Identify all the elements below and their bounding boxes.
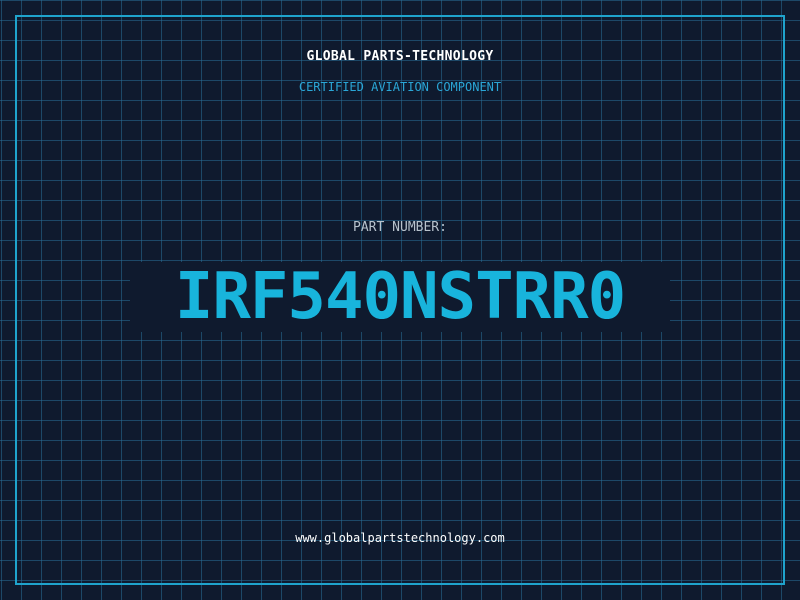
certification-text: CERTIFIED AVIATION COMPONENT: [298, 80, 502, 94]
part-number-value: IRF540NSTRR0: [174, 260, 626, 334]
part-number-label: PART NUMBER:: [353, 220, 447, 235]
website-link[interactable]: www.globalpartstechnology.com: [0, 531, 800, 545]
part-number-panel: IRF540NSTRR0: [130, 262, 670, 332]
part-label-card: GLOBAL PARTS-TECHNOLOGY CERTIFIED AVIATI…: [0, 0, 800, 600]
company-name: GLOBAL PARTS-TECHNOLOGY: [306, 49, 494, 64]
